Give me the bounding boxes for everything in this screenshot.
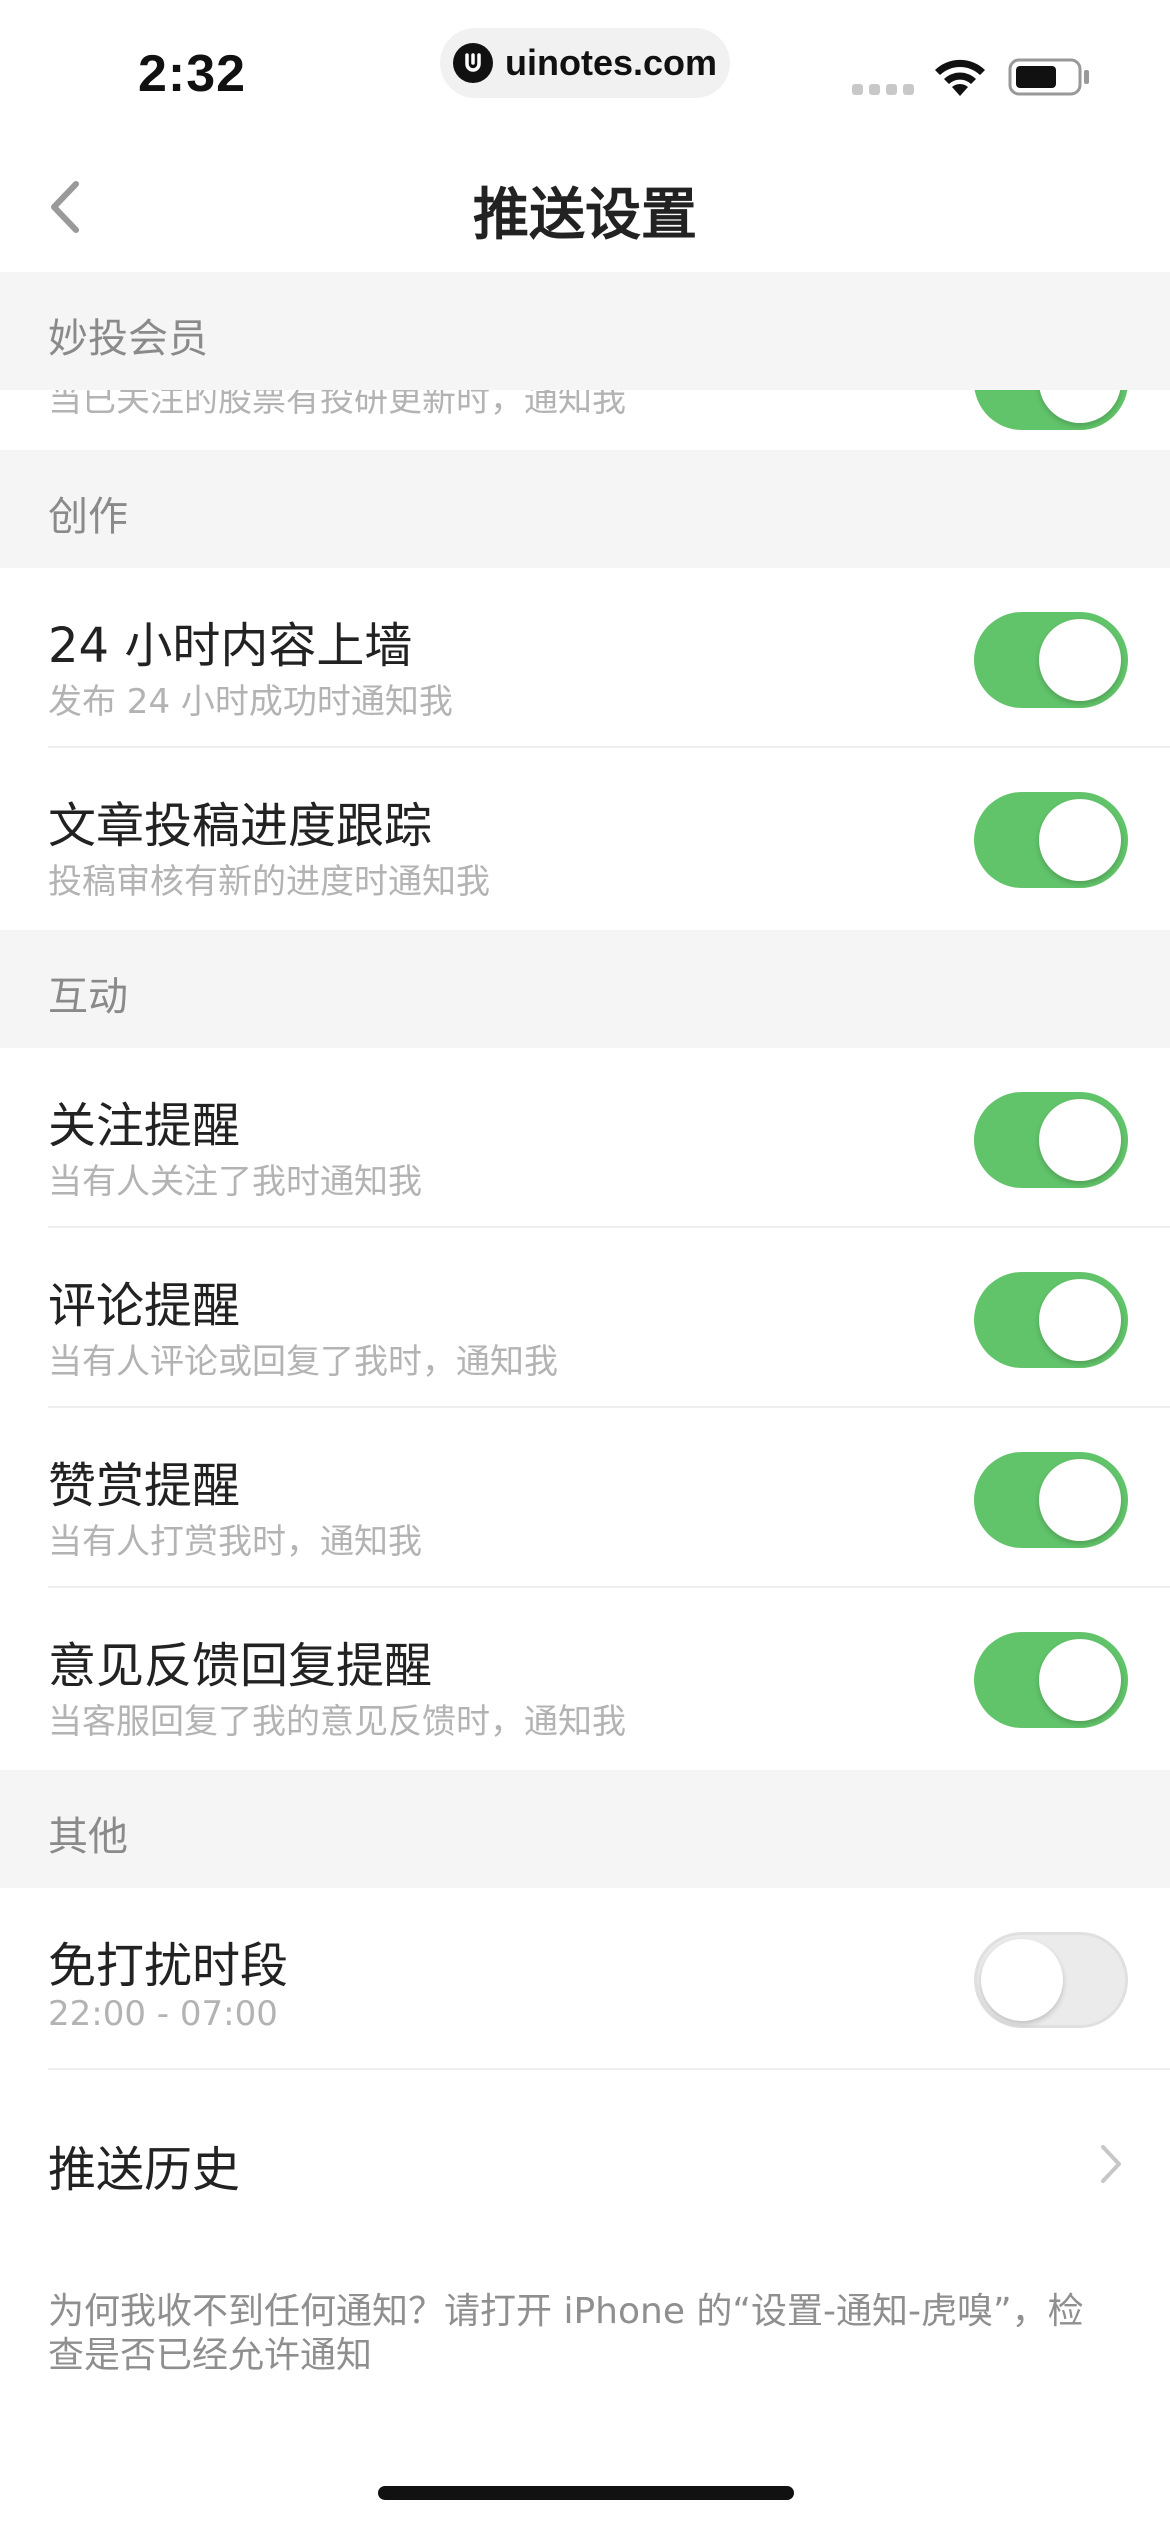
row-subtitle: 当有人关注了我时通知我 (48, 1162, 422, 1202)
row-title: 关注提醒 (48, 1098, 241, 1154)
cellular-signal-icon (852, 84, 914, 95)
row-title: 赞赏提醒 (48, 1458, 241, 1514)
toggle-feedback-reply-reminder[interactable] (974, 1632, 1128, 1728)
toggle-submission-progress[interactable] (974, 792, 1128, 888)
url-pill[interactable]: uinotes.com (440, 28, 730, 98)
section-header-interaction: 互动 (0, 930, 1170, 1048)
section-header-creation: 创作 (0, 450, 1170, 568)
status-bar: 2:32 uinotes.com (0, 0, 1170, 130)
row-title: 评论提醒 (48, 1278, 241, 1334)
navigation-bar: 推送设置 (0, 130, 1170, 272)
row-title: 文章投稿进度跟踪 (48, 798, 433, 854)
settings-row-push-history[interactable]: 推送历史 (0, 2070, 1170, 2250)
row-title: 24 小时内容上墙 (48, 618, 413, 674)
toggle-reward-reminder[interactable] (974, 1452, 1128, 1548)
toggle-comment-reminder[interactable] (974, 1272, 1128, 1368)
row-subtitle: 发布 24 小时成功时通知我 (48, 682, 453, 722)
row-title: 意见反馈回复提醒 (48, 1638, 433, 1694)
settings-row-comment-reminder[interactable]: 评论提醒 当有人评论或回复了我时，通知我 (0, 1228, 1170, 1408)
toggle-switch[interactable] (974, 390, 1128, 430)
settings-row-partial: 当已关注的股票有投研更新时，通知我 (0, 390, 1170, 450)
home-indicator[interactable] (378, 2486, 794, 2500)
toggle-do-not-disturb[interactable] (974, 1932, 1128, 2028)
settings-row-feedback-reply-reminder[interactable]: 意见反馈回复提醒 当客服回复了我的意见反馈时，通知我 (0, 1588, 1170, 1770)
row-subtitle: 当有人打赏我时，通知我 (48, 1522, 422, 1562)
toggle-follow-reminder[interactable] (974, 1092, 1128, 1188)
url-text: uinotes.com (504, 42, 718, 83)
settings-row-follow-reminder[interactable]: 关注提醒 当有人关注了我时通知我 (0, 1048, 1170, 1228)
section-header-membership: 妙投会员 (0, 272, 1170, 390)
row-title: 免打扰时段 (48, 1938, 289, 1994)
battery-icon (1008, 56, 1092, 102)
wifi-icon (932, 56, 988, 102)
chevron-right-icon (1100, 2144, 1122, 2188)
row-subtitle: 当有人评论或回复了我时，通知我 (48, 1342, 558, 1382)
row-subtitle: 当已关注的股票有投研更新时，通知我 (48, 390, 626, 420)
row-subtitle: 投稿审核有新的进度时通知我 (48, 862, 490, 902)
settings-row-submission-progress[interactable]: 文章投稿进度跟踪 投稿审核有新的进度时通知我 (0, 748, 1170, 930)
row-title: 推送历史 (48, 2142, 241, 2198)
row-subtitle: 22:00 - 07:00 (48, 1994, 278, 2034)
page-title: 推送设置 (473, 183, 697, 248)
site-logo-icon (452, 43, 493, 83)
toggle-24h-wall[interactable] (974, 612, 1128, 708)
section-header-other: 其他 (0, 1770, 1170, 1888)
row-subtitle: 当客服回复了我的意见反馈时，通知我 (48, 1702, 626, 1742)
settings-row-reward-reminder[interactable]: 赞赏提醒 当有人打赏我时，通知我 (0, 1408, 1170, 1588)
status-time: 2:32 (138, 45, 247, 103)
notification-help-note: 为何我收不到任何通知？请打开 iPhone 的“设置-通知-虎嗅”，检查是否已经… (48, 2291, 1084, 2376)
settings-row-do-not-disturb[interactable]: 免打扰时段 22:00 - 07:00 (0, 1888, 1170, 2070)
settings-row-24h-wall[interactable]: 24 小时内容上墙 发布 24 小时成功时通知我 (0, 568, 1170, 748)
